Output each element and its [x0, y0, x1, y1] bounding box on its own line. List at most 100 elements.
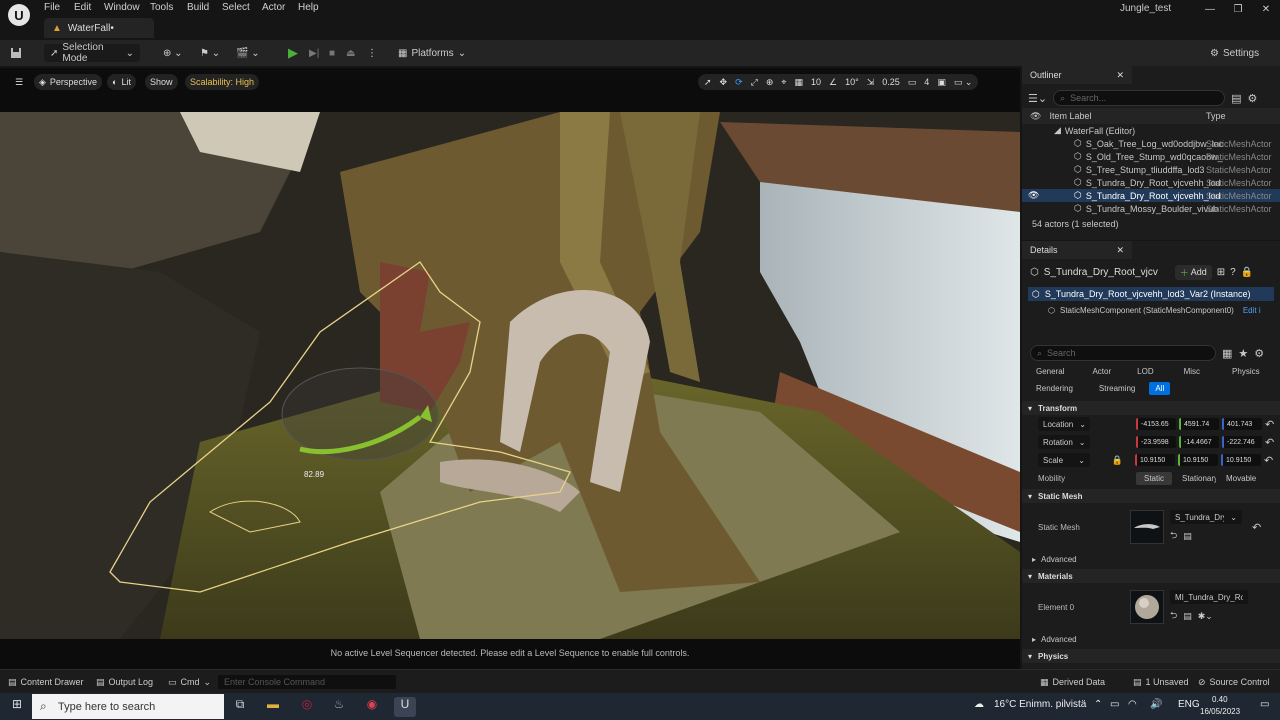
outliner-row[interactable]: ⬡ S_Tree_Stump_tliuddffa_lod3 StaticMesh…: [1022, 163, 1280, 176]
options-icon[interactable]: ✱⌄: [1198, 611, 1213, 622]
rotation-dropdown[interactable]: Rotation ⌄: [1038, 435, 1090, 449]
material-thumbnail[interactable]: [1130, 590, 1164, 624]
advanced-row[interactable]: ▸ Advanced: [1022, 551, 1280, 567]
surface-snap-icon[interactable]: ⌖: [781, 77, 786, 88]
visibility-icon[interactable]: 👁: [1028, 190, 1039, 201]
menu-window[interactable]: Window: [104, 2, 140, 16]
outliner-row[interactable]: ⬡ S_Tundra_Dry_Root_vjcvehh_lod StaticMe…: [1022, 176, 1280, 189]
use-selected-icon[interactable]: ⮌: [1170, 608, 1177, 624]
use-selected-icon[interactable]: ⮌: [1170, 528, 1177, 544]
add-folder-icon[interactable]: ▤: [1231, 92, 1241, 105]
steam-icon[interactable]: ♨: [328, 697, 350, 717]
maximize-viewport-icon[interactable]: ▭ ⌄: [954, 77, 973, 88]
help-icon[interactable]: ?: [1230, 267, 1236, 278]
location-x[interactable]: -4153.65: [1136, 418, 1176, 430]
outliner-root[interactable]: ◢ WaterFall (Editor): [1022, 124, 1280, 137]
details-search-input[interactable]: ⌕ Search: [1030, 345, 1216, 361]
output-log-button[interactable]: ▤ Output Log: [96, 675, 153, 689]
object-name[interactable]: S_Tundra_Dry_Root_vjcv: [1044, 267, 1170, 278]
play-icon[interactable]: ▶: [288, 44, 298, 62]
menu-select[interactable]: Select: [222, 2, 250, 16]
stop-icon[interactable]: ■: [329, 44, 335, 62]
category-general[interactable]: General: [1030, 365, 1071, 378]
rotation-snap-value[interactable]: 10°: [845, 77, 859, 87]
scene-render[interactable]: [0, 112, 1020, 639]
location-dropdown[interactable]: Location ⌄: [1038, 417, 1090, 431]
mobility-stationary[interactable]: Stationary: [1176, 471, 1216, 485]
scale-snap-value[interactable]: 0.25: [882, 77, 900, 87]
outliner-row-selected[interactable]: 👁 ⬡ S_Tundra_Dry_Root_vjcvehh_lod Static…: [1022, 189, 1280, 202]
eject-icon[interactable]: ⏏: [346, 44, 355, 62]
camera-speed-icon[interactable]: ▭: [908, 77, 917, 88]
reset-icon[interactable]: ↶: [1252, 521, 1261, 534]
category-physics[interactable]: Physics: [1226, 365, 1266, 378]
volume-icon[interactable]: 🔊: [1150, 699, 1162, 710]
category-lod[interactable]: LOD: [1131, 365, 1160, 378]
static-mesh-dropdown[interactable]: S_Tundra_Dry_Ro⌄: [1170, 510, 1242, 524]
task-view-icon[interactable]: ⧉: [229, 697, 251, 717]
location-y[interactable]: 4591.74: [1179, 418, 1219, 430]
category-actor[interactable]: Actor: [1086, 365, 1118, 378]
grid-snap-icon[interactable]: ▦: [794, 77, 803, 88]
wifi-icon[interactable]: ◠: [1128, 699, 1137, 710]
more-options-icon[interactable]: ⋮: [367, 44, 377, 62]
visibility-icon[interactable]: 👁: [1030, 111, 1041, 122]
materials-section[interactable]: ▾ Materials: [1022, 569, 1280, 583]
transform-tools[interactable]: ➚ ✥ ⟳ ⤢ ⊕ ⌖ ▦ 10 ∠ 10° ⇲ 0.25 ▭ 4 ▣ ▭ ⌄: [698, 74, 979, 90]
weather-text[interactable]: 16°C Enimm. pilvistä: [994, 699, 1086, 710]
show-button[interactable]: Show: [145, 74, 178, 90]
rotate-tool-icon[interactable]: ⟳: [735, 77, 743, 88]
location-z[interactable]: 401.743: [1222, 418, 1262, 430]
mode-dropdown[interactable]: ➚ Selection Mode ⌄: [44, 42, 140, 64]
physics-section[interactable]: ▾ Physics: [1022, 649, 1280, 663]
lock-scale-icon[interactable]: 🔒: [1093, 455, 1123, 466]
tray-up-icon[interactable]: ⌃: [1094, 699, 1102, 710]
edit-link[interactable]: Edit i: [1243, 306, 1261, 315]
mobility-movable[interactable]: Movable: [1220, 471, 1260, 485]
add-content-icon[interactable]: ⊕ ⌄: [163, 44, 183, 62]
cmd-dropdown[interactable]: ▭ Cmd ⌄: [168, 675, 211, 689]
derived-data-button[interactable]: ▦ Derived Data: [1040, 675, 1105, 689]
menu-tools[interactable]: Tools: [150, 2, 173, 16]
rotation-snap-icon[interactable]: ∠: [829, 77, 837, 88]
menu-build[interactable]: Build: [187, 2, 209, 16]
maximize-icon[interactable]: ❐: [1230, 4, 1246, 18]
rotation-x[interactable]: -23.9598: [1136, 436, 1176, 448]
select-tool-icon[interactable]: ➚: [704, 77, 712, 88]
details-tab[interactable]: Details ✕: [1022, 241, 1132, 259]
blueprint-icon[interactable]: ⚑ ⌄: [200, 44, 220, 62]
outliner-row[interactable]: ⬡ S_Tundra_Mossy_Boulder_vivub StaticMes…: [1022, 202, 1280, 215]
source-control-button[interactable]: ⊘ Source Control: [1198, 675, 1270, 689]
scalability-warning[interactable]: Scalability: High: [185, 74, 260, 90]
col-type[interactable]: Type: [1206, 111, 1226, 121]
menu-actor[interactable]: Actor: [262, 2, 285, 16]
network-icon[interactable]: ▭: [1110, 699, 1119, 710]
star-icon[interactable]: ★: [1238, 347, 1248, 360]
browse-icon[interactable]: ▤: [1183, 531, 1192, 542]
outliner-search-input[interactable]: ⌕ Search...: [1053, 90, 1226, 106]
static-mesh-section[interactable]: ▾ Static Mesh: [1022, 489, 1280, 503]
close-icon[interactable]: ✕: [1258, 4, 1274, 18]
transform-section[interactable]: ▾ Transform: [1022, 401, 1280, 415]
console-input[interactable]: Enter Console Command: [218, 675, 396, 689]
outliner-row[interactable]: ⬡ S_Old_Tree_Stump_wd0qcaobw_ StaticMesh…: [1022, 150, 1280, 163]
camera-speed-value[interactable]: 4: [924, 77, 929, 87]
material-dropdown[interactable]: MI_Tundra_Dry_Root_v: [1170, 590, 1248, 604]
category-rendering[interactable]: Rendering: [1030, 382, 1079, 395]
minimize-icon[interactable]: —: [1202, 4, 1218, 18]
add-component-button[interactable]: ＋ Add: [1174, 264, 1212, 280]
clock-date[interactable]: 16/05/2023: [1200, 707, 1240, 716]
platforms-dropdown[interactable]: ▦ Platforms ⌄: [398, 44, 466, 62]
layout-icon[interactable]: ▣: [937, 77, 946, 88]
grid-snap-value[interactable]: 10: [811, 77, 821, 87]
col-item-label[interactable]: Item Label: [1049, 111, 1091, 121]
scale-z[interactable]: 10.9150: [1221, 454, 1261, 466]
world-space-icon[interactable]: ⊕: [766, 77, 774, 88]
level-viewport[interactable]: [0, 68, 1020, 669]
translate-tool-icon[interactable]: ✥: [720, 77, 728, 88]
browse-icon[interactable]: ▤: [1183, 611, 1192, 622]
scale-x[interactable]: 10.9150: [1135, 454, 1175, 466]
menu-file[interactable]: File: [44, 2, 60, 16]
gear-icon[interactable]: ⚙: [1254, 347, 1264, 360]
close-tab-icon[interactable]: ✕: [1116, 70, 1124, 81]
